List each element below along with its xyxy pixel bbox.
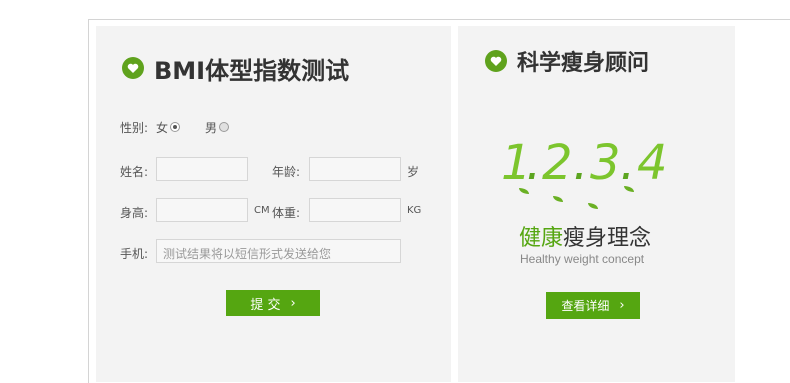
submit-label: 提 交: [250, 297, 281, 313]
name-label: 姓名:: [120, 165, 149, 179]
digit-3: 3: [590, 135, 621, 191]
weight-unit: KG: [407, 205, 422, 216]
gender-male-radio[interactable]: [219, 122, 229, 132]
advisor-panel: [458, 26, 735, 382]
weight-input[interactable]: [309, 198, 401, 222]
height-input[interactable]: [156, 198, 248, 222]
heart-icon: [485, 50, 507, 72]
advisor-title: 科学瘦身顾问: [517, 51, 650, 76]
slogan-green: 健康: [519, 226, 564, 251]
slogan-english: Healthy weight concept: [520, 252, 645, 266]
gender-male-label: 男: [205, 121, 218, 135]
dot-1: .: [526, 135, 542, 191]
height-unit: CM: [254, 205, 270, 216]
height-label: 身高:: [120, 206, 149, 220]
view-details-label: 查看详细: [561, 299, 610, 313]
phone-placeholder: 测试结果将以短信形式发送给您: [163, 247, 332, 261]
age-unit: 岁: [407, 165, 420, 179]
bmi-title: BMI体型指数测试: [154, 57, 350, 85]
digit-4: 4: [637, 135, 668, 191]
gender-female-label: 女: [156, 121, 169, 135]
age-label: 年龄:: [272, 165, 301, 179]
weight-label: 体重:: [272, 206, 301, 220]
gender-label: 性别:: [120, 121, 149, 135]
dot-2: .: [573, 135, 589, 191]
slogan: 健康瘦身理念: [519, 220, 651, 252]
chevron-right-icon: ›: [290, 295, 296, 311]
dot-3: .: [620, 135, 636, 191]
age-input[interactable]: [309, 157, 401, 181]
gender-female-radio[interactable]: [170, 122, 180, 132]
slogan-dark: 瘦身理念: [563, 226, 652, 251]
phone-label: 手机:: [120, 247, 149, 261]
digit-2: 2: [542, 135, 573, 191]
heart-icon: [122, 57, 144, 79]
chevron-right-icon: ›: [619, 298, 625, 313]
submit-button[interactable]: 提 交 ›: [226, 290, 320, 316]
view-details-button[interactable]: 查看详细 ›: [546, 292, 640, 319]
name-input[interactable]: [156, 157, 248, 181]
